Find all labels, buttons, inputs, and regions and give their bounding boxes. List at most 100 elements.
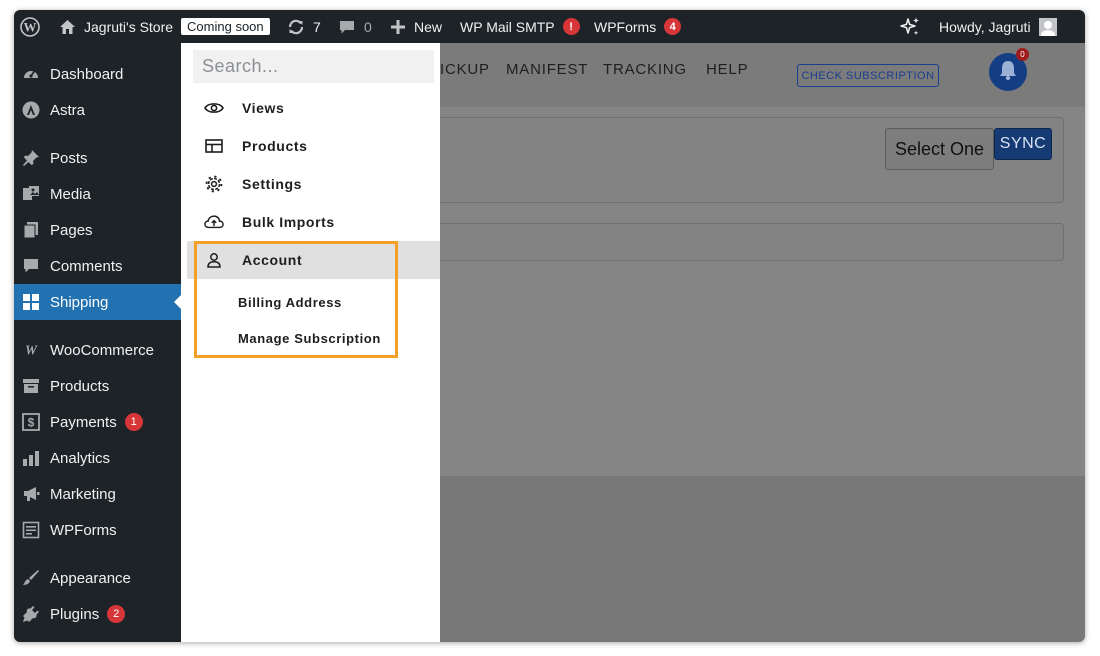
sidebar-item-label: WPForms [50,521,117,539]
sidebar-item-label: Dashboard [50,65,124,83]
menu-item-label: Account [242,252,303,268]
sidebar-item-shipping[interactable]: Shipping [14,284,181,320]
wpforms-link[interactable]: WPForms 4 [594,10,682,43]
menu-item-label: Products [242,138,308,154]
form-icon [22,521,40,539]
plugin-dropdown-menu: Search... Views Products Settings Bulk I… [181,43,440,642]
svg-text:$: $ [28,416,35,430]
sidebar-item-label: Astra [50,101,86,119]
menu-item-settings[interactable]: Settings [187,165,440,203]
sidebar-item-label: Products [50,377,110,395]
sidebar-item-woocommerce[interactable]: W WooCommerce [14,332,181,368]
smtp-alert-badge: ! [562,18,580,35]
woocommerce-icon: W [22,341,40,359]
coming-soon-badge: Coming soon [181,18,270,35]
payments-badge: 1 [124,413,143,431]
sidebar-item-analytics[interactable]: Analytics [14,440,181,476]
wp-mail-smtp-label: WP Mail SMTP [460,18,555,35]
sidebar-item-wpforms[interactable]: WPForms [14,512,181,548]
howdy-label: Howdy, Jagruti [939,18,1031,35]
check-subscription-button[interactable]: CHECK SUBSCRIPTION [797,64,939,87]
sidebar-item-plugins[interactable]: Plugins 2 [14,596,181,632]
eye-icon [204,99,224,117]
sidebar-item-media[interactable]: Media [14,176,181,212]
comment-icon [22,257,40,275]
brush-icon [22,569,40,587]
wordpress-logo-icon[interactable]: W [20,10,40,43]
comments-link[interactable]: 0 [339,10,372,43]
sidebar-item-label: Payments [50,413,117,431]
tab-pickup[interactable]: ICKUP [440,61,490,78]
menu-item-views[interactable]: Views [187,89,440,127]
sidebar-item-label: Plugins [50,605,100,623]
table-icon [204,137,224,155]
menu-item-products[interactable]: Products [187,127,440,165]
results-panel [440,223,1064,261]
submenu-manage-subscription[interactable]: Manage Subscription [238,331,381,346]
sidebar-item-appearance[interactable]: Appearance [14,560,181,596]
select-dropdown[interactable]: Select One [885,128,994,170]
updates-count: 7 [313,18,321,35]
site-name-link[interactable]: Jagruti's Store Coming soon [59,10,270,43]
new-label: New [414,18,443,35]
sidebar-item-astra[interactable]: Astra [14,92,181,128]
grid-icon [22,293,40,311]
sidebar-item-posts[interactable]: Posts [14,140,181,176]
media-icon [22,185,40,203]
plus-icon [391,19,405,34]
bell-icon [998,59,1018,86]
sidebar-item-label: Appearance [50,569,131,587]
tab-tracking[interactable]: TRACKING [603,61,687,78]
dashboard-icon [22,65,40,83]
astra-icon [22,101,40,119]
site-name: Jagruti's Store [84,18,174,35]
tab-manifest[interactable]: MANIFEST [506,61,588,78]
gear-icon [204,175,224,193]
menu-item-account[interactable]: Account [187,241,440,279]
sidebar-item-comments[interactable]: Comments [14,248,181,284]
archive-icon [22,377,40,395]
sidebar-item-label: WooCommerce [50,341,154,359]
bar-chart-icon [22,449,40,467]
sidebar-item-pages[interactable]: Pages [14,212,181,248]
menu-search-input[interactable]: Search... [193,50,434,83]
tab-help[interactable]: HELP [706,61,748,78]
sidebar-item-label: Shipping [50,293,109,311]
sidebar-item-marketing[interactable]: Marketing [14,476,181,512]
sidebar-item-label: Posts [50,149,88,167]
sidebar-item-label: Analytics [50,449,111,467]
menu-item-label: Settings [242,176,303,192]
submenu-billing-address[interactable]: Billing Address [238,295,342,310]
svg-text:W: W [25,343,38,357]
sidebar-item-payments[interactable]: $ Payments 1 [14,404,181,440]
main-content-overlay: ICKUP MANIFEST TRACKING HELP CHECK SUBSC… [440,43,1085,642]
admin-sidebar: Dashboard Astra Posts Media Pages Commen… [14,43,181,642]
plugin-tab-bar: ICKUP MANIFEST TRACKING HELP CHECK SUBSC… [440,43,1085,107]
sidebar-item-label: Pages [50,221,93,239]
sidebar-item-label: Marketing [50,485,116,503]
admin-bar: W Jagruti's Store Coming soon 7 0 New WP… [14,10,1085,43]
comment-icon [339,19,355,35]
sync-button[interactable]: SYNC [994,128,1052,160]
wp-mail-smtp-link[interactable]: WP Mail SMTP ! [460,10,580,43]
plugins-badge: 2 [107,605,126,623]
avatar [1038,17,1057,36]
wpforms-label: WPForms [594,18,657,35]
pages-icon [22,221,40,239]
sidebar-item-products[interactable]: Products [14,368,181,404]
comments-count: 0 [364,18,372,35]
cloud-upload-icon [204,213,224,231]
sidebar-item-label: Comments [50,257,123,275]
sidebar-item-dashboard[interactable]: Dashboard [14,56,181,92]
refresh-icon [287,18,305,36]
pin-icon [22,149,40,167]
user-icon [204,251,224,269]
sparkle-icon[interactable] [899,10,921,43]
account-menu[interactable]: Howdy, Jagruti [939,10,1057,43]
svg-text:W: W [24,19,37,34]
updates-link[interactable]: 7 [287,10,321,43]
plug-icon [22,605,40,623]
wpforms-count-badge: 4 [664,18,682,35]
menu-item-bulk-imports[interactable]: Bulk Imports [187,203,440,241]
new-content-link[interactable]: New [391,10,442,43]
